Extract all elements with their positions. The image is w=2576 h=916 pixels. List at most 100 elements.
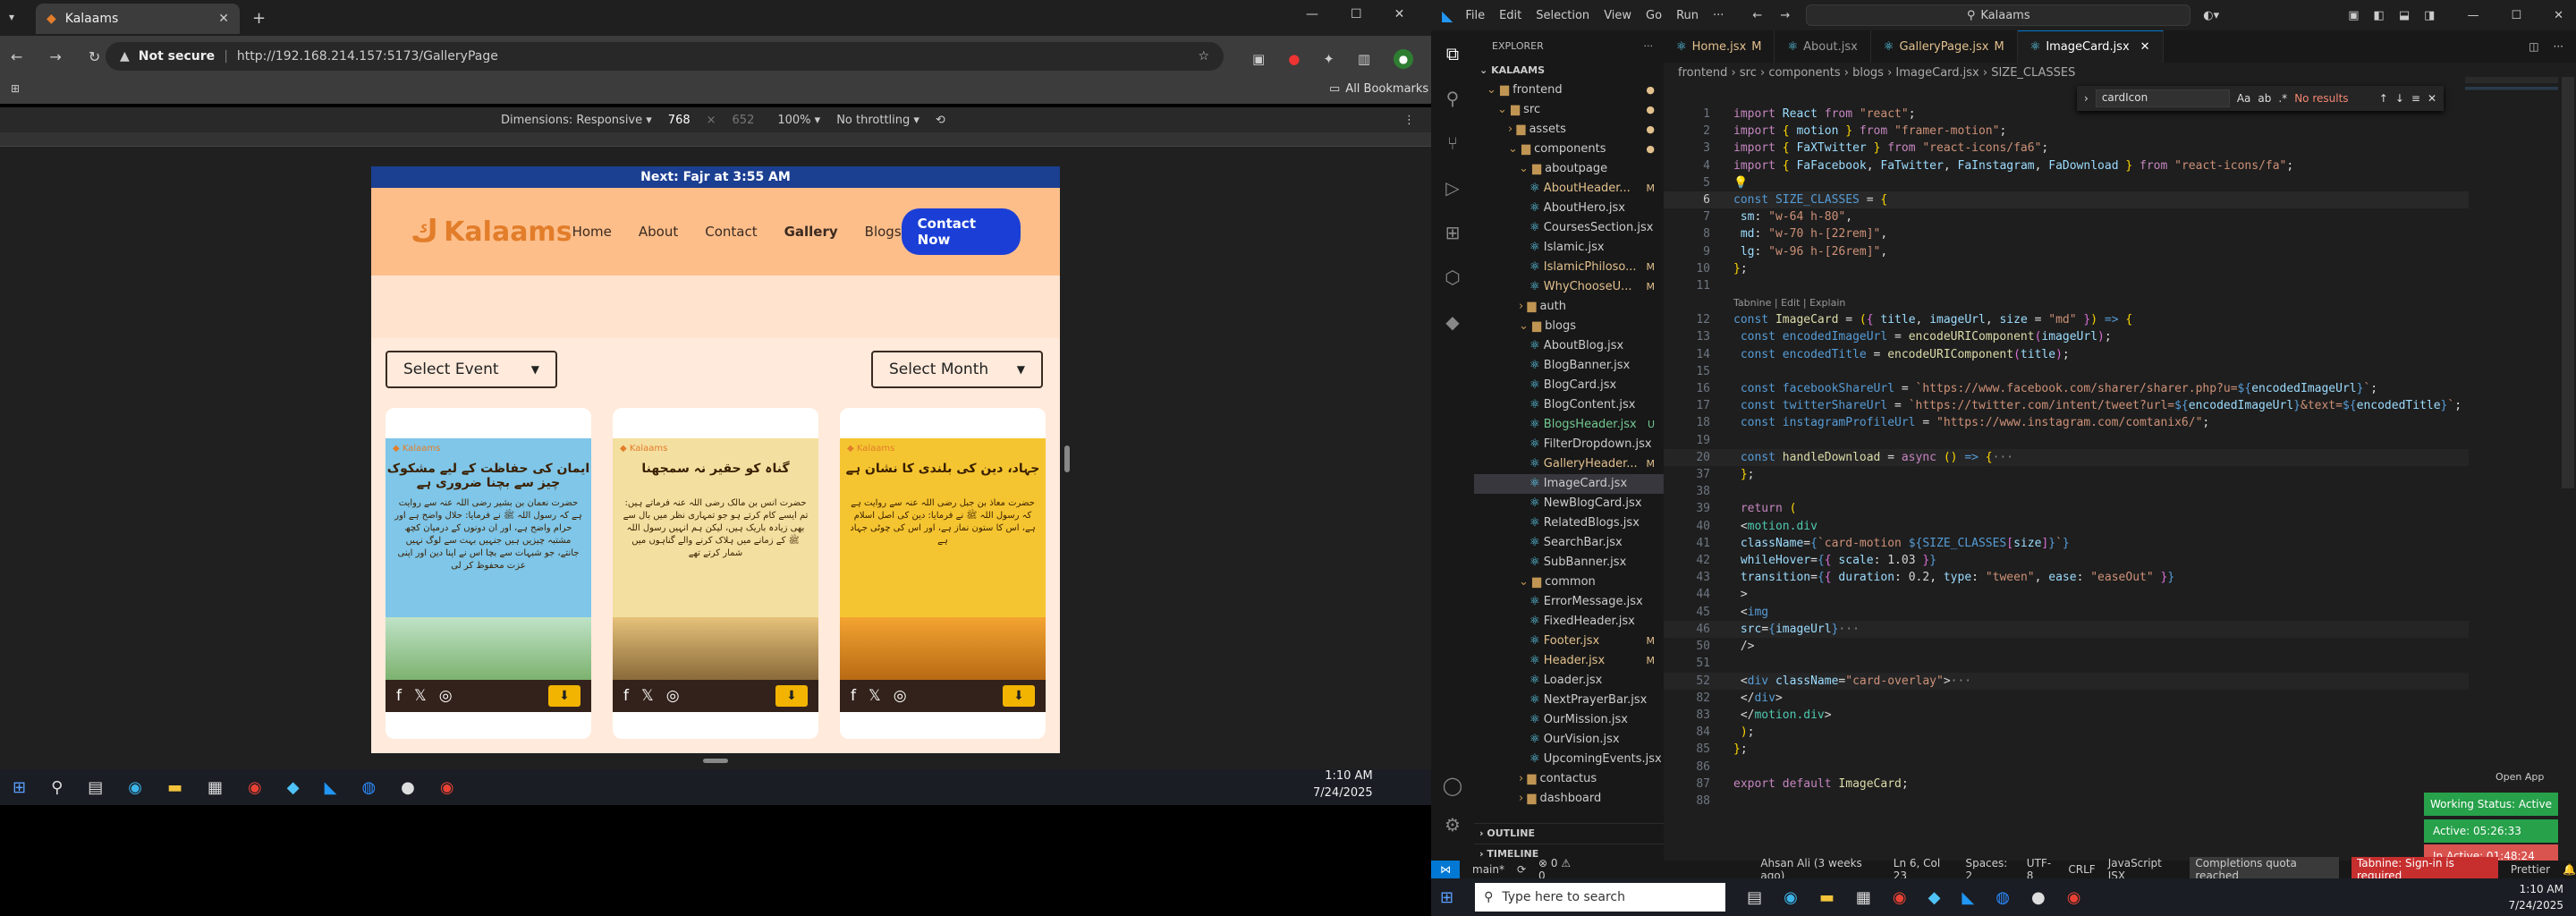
close-window-icon[interactable]: ✕ [1394, 7, 1405, 21]
tab-search-icon[interactable]: ▾ [9, 11, 23, 25]
notifications-icon[interactable]: 🔔 [2563, 863, 2576, 876]
run-debug-icon[interactable]: ▷ [1445, 177, 1459, 199]
nav-gallery[interactable]: Gallery [784, 224, 838, 240]
code-line[interactable]: 44 > [1664, 586, 2469, 603]
code-line[interactable]: 52 <div className="card-overlay">··· [1664, 672, 2469, 690]
menu-edit[interactable]: Edit [1499, 9, 1521, 22]
tree-file[interactable]: ⚛ CoursesSection.jsx [1474, 218, 1664, 238]
copilot-icon[interactable]: ◐▾ [2203, 9, 2219, 22]
viewport-resize-handle-bottom[interactable] [703, 759, 728, 763]
code-line[interactable]: 88 [1664, 793, 2469, 810]
tree-file[interactable]: ⚛ RelatedBlogs.jsx [1474, 513, 1664, 533]
match-case-icon[interactable]: Aa [2237, 92, 2251, 105]
nav-blogs[interactable]: Blogs [865, 224, 902, 240]
record-extension-icon[interactable]: ● [1288, 51, 1300, 67]
tree-folder[interactable]: › ▆ assets ● [1474, 120, 1664, 140]
tree-file[interactable]: ⚛ ImageCard.jsx [1474, 474, 1664, 494]
more-actions-icon[interactable]: ··· [1644, 40, 1654, 52]
back-icon[interactable]: ← [11, 48, 22, 65]
code-line[interactable]: 20 const handleDownload = async () => {·… [1664, 448, 2469, 467]
code-line[interactable]: 46 src={imageUrl}··· [1664, 620, 2469, 639]
menu-run[interactable]: Run [1676, 9, 1699, 22]
lightbulb-icon[interactable]: 💡 [1733, 176, 1748, 190]
tree-file[interactable]: ⚛ AboutHero.jsx [1474, 199, 1664, 218]
select-event-dropdown[interactable]: Select Event ▼ [386, 351, 557, 388]
instagram-icon[interactable]: ◎ [666, 687, 680, 705]
tree-folder[interactable]: › ▆ auth [1474, 297, 1664, 317]
code-line[interactable]: 19 [1664, 432, 2469, 449]
toggle-secondary-sidebar-icon[interactable]: ◨ [2424, 9, 2435, 22]
code-line[interactable]: 87 export default ImageCard; [1664, 776, 2469, 793]
height-input[interactable]: 652 [733, 114, 755, 127]
file-explorer-icon[interactable]: ▬ [167, 778, 182, 797]
device-more-icon[interactable]: ⋮ [1403, 114, 1415, 127]
previous-match-icon[interactable]: ↑ [2379, 92, 2388, 105]
url-text[interactable]: http://192.168.214.157:5173/GalleryPage [237, 49, 498, 64]
facebook-icon[interactable]: f [851, 687, 856, 705]
toggle-panel-icon[interactable]: ⬓ [2399, 9, 2410, 22]
code-line[interactable]: 18 const instagramProfileUrl = "https://… [1664, 414, 2469, 431]
tree-folder[interactable]: ⌄ ▆ frontend ● [1474, 81, 1664, 100]
tree-file[interactable]: ⚛ SubBanner.jsx [1474, 553, 1664, 572]
back-icon[interactable]: ← [1752, 9, 1762, 22]
prettier-status[interactable]: Prettier [2511, 863, 2550, 876]
code-line[interactable]: 50 /> [1664, 638, 2469, 655]
chrome-icon[interactable]: ◉ [1893, 888, 1907, 907]
code-line[interactable]: 13 const encodedImageUrl = encodeURIComp… [1664, 328, 2469, 345]
address-bar[interactable]: ▲ Not secure | http://192.168.214.157:51… [106, 42, 1224, 71]
dimensions-select[interactable]: Dimensions: Responsive ▾ [501, 114, 652, 127]
code-line[interactable]: 4 import { FaFacebook, FaTwitter, FaInsta… [1664, 157, 2469, 174]
chrome-icon[interactable]: ◉ [248, 778, 262, 797]
open-app-link[interactable]: Open App [2496, 771, 2544, 783]
breadcrumb[interactable]: frontend › src › components › blogs › Im… [1664, 63, 2576, 82]
windows-start-icon[interactable]: ⊞ [1440, 888, 1453, 907]
sync-icon[interactable]: ⟳ [1517, 863, 1526, 876]
reload-icon[interactable]: ↻ [89, 48, 100, 65]
bookmark-star-icon[interactable]: ☆ [1198, 49, 1209, 64]
gear-icon[interactable]: ⚙ [1445, 814, 1461, 835]
tree-file[interactable]: ⚛ OurMission.jsx [1474, 710, 1664, 730]
tree-file[interactable]: ⚛ BlogContent.jsx [1474, 395, 1664, 415]
code-line[interactable]: 16 const facebookShareUrl = `https://www… [1664, 380, 2469, 397]
toggle-sidebar-icon[interactable]: ◧ [2374, 9, 2385, 22]
warning-icon[interactable]: ▲ [120, 49, 130, 64]
tree-folder[interactable]: › ▆ dashboard [1474, 789, 1664, 809]
all-bookmarks[interactable]: ▭ All Bookmarks [1329, 82, 1428, 96]
branch-status[interactable]: main* [1472, 863, 1504, 876]
more-actions-icon[interactable]: ··· [2554, 40, 2563, 53]
windows-start-icon[interactable]: ⊞ [13, 778, 26, 797]
app-icon[interactable]: ● [401, 778, 415, 797]
line-ending[interactable]: CRLF [2068, 863, 2095, 876]
code-line[interactable]: 17 const twitterShareUrl = `https://twit… [1664, 397, 2469, 414]
layout-icon[interactable]: ▣ [2348, 9, 2359, 22]
zoom-select[interactable]: 100% ▾ [777, 114, 820, 127]
puzzle-icon[interactable]: ✦ [1323, 51, 1335, 67]
download-button[interactable]: ⬇ [775, 685, 808, 707]
contact-now-button[interactable]: Contact Now [901, 208, 1021, 255]
workspace-root[interactable]: ⌄ KALAAMS [1474, 61, 1664, 81]
close-icon[interactable]: ✕ [2428, 92, 2436, 105]
remote-explorer-icon[interactable]: ⬡ [1445, 267, 1460, 288]
tree-folder[interactable]: ⌄ ▆ blogs [1474, 317, 1664, 336]
search-icon[interactable]: ⚲ [1446, 88, 1460, 109]
code-line[interactable]: 11 [1664, 277, 2469, 294]
menu-selection[interactable]: Selection [1536, 9, 1589, 22]
code-line[interactable]: 1 import React from "react"; [1664, 106, 2469, 123]
tab-imagecard[interactable]: ⚛ ImageCard.jsx ✕ [2017, 30, 2164, 63]
task-view-icon[interactable]: ▤ [1747, 888, 1762, 907]
tree-folder[interactable]: ⌄ ▆ components ● [1474, 140, 1664, 159]
forward-icon[interactable]: → [49, 48, 61, 65]
command-center[interactable]: ⚲ Kalaams [1806, 4, 2191, 26]
tree-file[interactable]: ⚛ NewBlogCard.jsx [1474, 494, 1664, 513]
split-editor-icon[interactable]: ◫ [2529, 40, 2538, 53]
gallery-card[interactable]: ◆ Kalaams گناہ کو حقیر نہ سمجھنا حضرت ان… [613, 408, 818, 739]
code-line[interactable]: 2 import { motion } from "framer-motion"; [1664, 123, 2469, 140]
menu-go[interactable]: Go [1646, 9, 1662, 22]
source-control-icon[interactable]: ⑂ [1447, 132, 1458, 154]
code-line[interactable]: 45 <img [1664, 604, 2469, 621]
tab-about[interactable]: ⚛ About.jsx [1775, 30, 1871, 63]
tree-file[interactable]: ⚛ Loader.jsx [1474, 671, 1664, 691]
remote-indicator-icon[interactable]: ⋈ [1431, 861, 1460, 878]
rotate-icon[interactable]: ⟲ [936, 114, 945, 127]
instagram-icon[interactable]: ◎ [894, 687, 907, 705]
